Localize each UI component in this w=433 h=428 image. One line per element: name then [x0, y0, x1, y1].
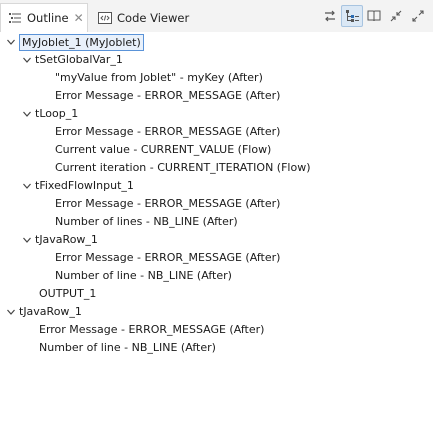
tree-leaf[interactable]: Error Message - ERROR_MESSAGE (After) [39, 321, 264, 339]
tree-node-output[interactable]: OUTPUT_1 [39, 285, 96, 303]
tree-node-label: tFixedFlowInput_1 [35, 179, 134, 192]
tree-leaf[interactable]: "myValue from Joblet" - myKey (After) [55, 69, 263, 87]
tree-node-label: tJavaRow_1 [19, 305, 82, 318]
tree-leaf-label: Current iteration - CURRENT_ITERATION (F… [55, 161, 311, 174]
tree-leaf-label: Number of lines - NB_LINE (After) [55, 215, 238, 228]
chevron-down-icon[interactable] [6, 33, 16, 51]
outline-tree: MyJoblet_1 (MyJoblet) tSetGlobalVar_1 "m… [0, 32, 433, 428]
chevron-down-icon[interactable] [22, 105, 32, 123]
code-viewer-icon [97, 10, 113, 26]
tab-code-viewer[interactable]: Code Viewer [94, 3, 192, 32]
tree-node-tsetglobalvar[interactable]: tSetGlobalVar_1 [22, 51, 123, 69]
tree-node-label: tSetGlobalVar_1 [35, 53, 123, 66]
tree-leaf-label: Error Message - ERROR_MESSAGE (After) [39, 323, 265, 336]
chevron-down-icon[interactable] [6, 303, 16, 321]
tree-leaf[interactable]: Number of lines - NB_LINE (After) [55, 213, 238, 231]
tree-node-label: tJavaRow_1 [35, 233, 98, 246]
view-tab-bar: Outline ✕ Code Viewer [0, 0, 433, 32]
tab-outline[interactable]: Outline ✕ [0, 3, 88, 32]
tree-leaf-label: Error Message - ERROR_MESSAGE (After) [55, 125, 281, 138]
tree-leaf[interactable]: Number of line - NB_LINE (After) [39, 339, 216, 357]
outline-list-icon [7, 10, 23, 26]
tree-leaf[interactable]: Error Message - ERROR_MESSAGE (After) [55, 87, 280, 105]
book-icon[interactable] [363, 5, 385, 27]
tree-leaf[interactable]: Current value - CURRENT_VALUE (Flow) [55, 141, 271, 159]
tree-leaf-label: Error Message - ERROR_MESSAGE (After) [55, 251, 281, 264]
tree-leaf-label: "myValue from Joblet" - myKey (After) [55, 71, 263, 84]
tree-node-tjavarow-inner[interactable]: tJavaRow_1 [22, 231, 98, 249]
tree-node-label: tLoop_1 [35, 107, 79, 120]
tree-leaf[interactable]: Error Message - ERROR_MESSAGE (After) [55, 195, 280, 213]
view-toolbar [319, 5, 429, 27]
tree-node-label: MyJoblet_1 (MyJoblet) [19, 33, 144, 51]
chevron-down-icon[interactable] [22, 177, 32, 195]
close-icon[interactable]: ✕ [74, 12, 84, 24]
chevron-down-icon[interactable] [22, 51, 32, 69]
tree-node-label: OUTPUT_1 [39, 287, 97, 300]
tab-code-viewer-label: Code Viewer [117, 10, 190, 25]
tree-leaf-label: Number of line - NB_LINE (After) [39, 341, 216, 354]
sync-arrows-icon[interactable] [319, 5, 341, 27]
chevron-down-icon[interactable] [22, 231, 32, 249]
tree-leaf-label: Number of line - NB_LINE (After) [55, 269, 232, 282]
tree-leaf[interactable]: Error Message - ERROR_MESSAGE (After) [55, 249, 280, 267]
tree-node-tjavarow-outer[interactable]: tJavaRow_1 [6, 303, 82, 321]
tree-leaf-label: Current value - CURRENT_VALUE (Flow) [55, 143, 272, 156]
minimize-icon[interactable] [385, 5, 407, 27]
tab-outline-label: Outline [27, 11, 69, 25]
tree-leaf[interactable]: Current iteration - CURRENT_ITERATION (F… [55, 159, 310, 177]
maximize-icon[interactable] [407, 5, 429, 27]
tree-leaf[interactable]: Number of line - NB_LINE (After) [55, 267, 232, 285]
tree-node-tfixedflowinput[interactable]: tFixedFlowInput_1 [22, 177, 134, 195]
tree-leaf-label: Error Message - ERROR_MESSAGE (After) [55, 197, 281, 210]
tree-node-root[interactable]: MyJoblet_1 (MyJoblet) [6, 33, 144, 51]
tree-leaf[interactable]: Error Message - ERROR_MESSAGE (After) [55, 123, 280, 141]
hierarchy-tree-icon[interactable] [341, 5, 363, 27]
tree-leaf-label: Error Message - ERROR_MESSAGE (After) [55, 89, 281, 102]
tree-node-tloop[interactable]: tLoop_1 [22, 105, 78, 123]
